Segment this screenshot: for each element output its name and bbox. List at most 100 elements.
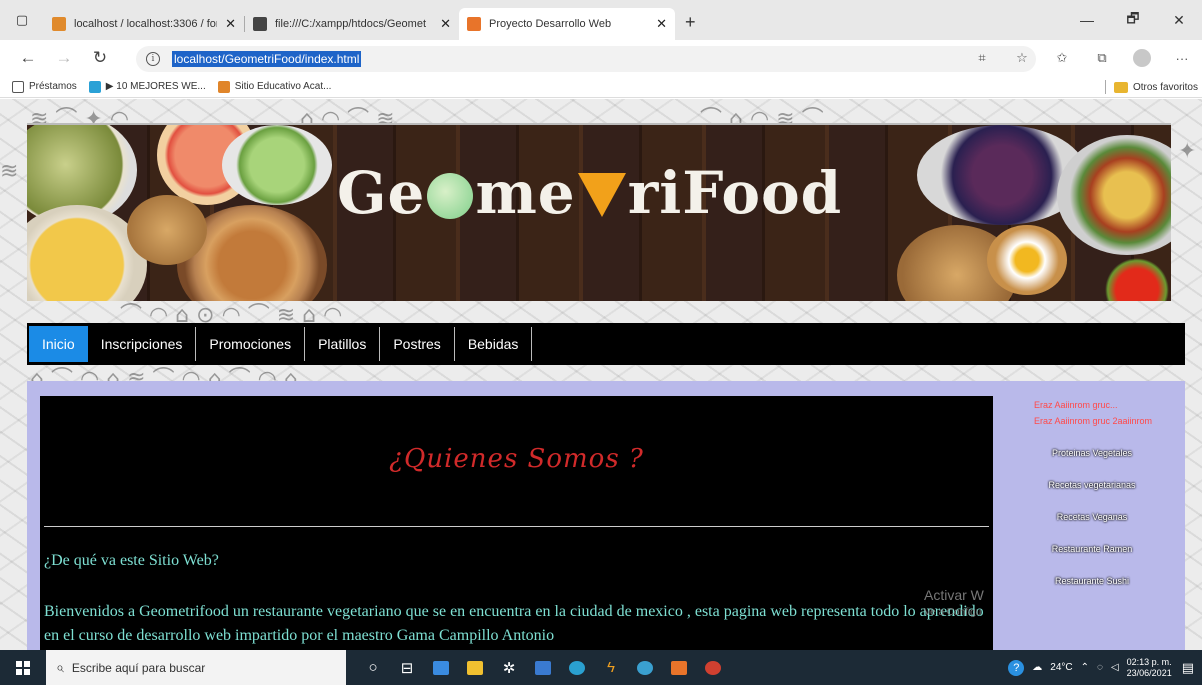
divider: [44, 526, 989, 527]
nav-platillos[interactable]: Platillos: [305, 327, 381, 361]
minimize-button[interactable]: —: [1064, 0, 1110, 40]
browser-tab-bar: ▢ localhost / localhost:3306 / form ✕ fi…: [0, 0, 1202, 40]
back-button[interactable]: ←: [10, 48, 46, 68]
edge-icon[interactable]: [560, 650, 594, 685]
clock[interactable]: 02:13 p. m. 23/06/2021: [1127, 657, 1172, 679]
brand-part: Ge: [337, 159, 426, 227]
favorite-label: Sitio Educativo Acat...: [234, 81, 332, 92]
windows-logo-icon: [16, 660, 30, 675]
file-favicon-icon: [253, 17, 267, 31]
nav-inscripciones[interactable]: Inscripciones: [88, 327, 197, 361]
site-nav: Inicio Inscripciones Promociones Platill…: [27, 323, 1185, 365]
address-bar-actions: ⌗ ☆ ✩ ⧉ ···: [962, 40, 1202, 76]
dropbox-icon[interactable]: ✲: [492, 650, 526, 685]
folder-icon: [1113, 81, 1128, 93]
close-tab-icon[interactable]: ✕: [656, 16, 667, 32]
sidebar-link-proteinas[interactable]: Proteinas Vegetales: [998, 448, 1186, 458]
network-icon[interactable]: ◌: [1097, 662, 1103, 673]
nav-bebidas[interactable]: Bebidas: [455, 327, 533, 361]
forward-button[interactable]: →: [46, 48, 82, 68]
search-placeholder: Escribe aquí para buscar: [71, 660, 206, 675]
nav-postres[interactable]: Postres: [380, 327, 455, 361]
egg-toast: [987, 225, 1067, 295]
sidebar-link-recetas-vegetarianas[interactable]: Recetas vegetarianas: [998, 480, 1186, 490]
content-box: ¿Quienes Somos ? ¿De qué va este Sitio W…: [40, 396, 993, 650]
maximize-button[interactable]: 🗗: [1110, 0, 1156, 40]
weather-icon[interactable]: ☁: [1032, 662, 1042, 673]
menu-icon[interactable]: ···: [1162, 51, 1202, 66]
volume-icon[interactable]: ◁: [1111, 662, 1119, 673]
doodle-icon: ≋: [0, 159, 19, 184]
other-favorites[interactable]: Otros favoritos: [1104, 76, 1198, 98]
system-tray: ? ☁ 24°C ⌃ ◌ ◁ 02:13 p. m. 23/06/2021 ▤: [1008, 650, 1202, 685]
tray-chevron-icon[interactable]: ⌃: [1081, 662, 1089, 673]
nav-inicio[interactable]: Inicio: [29, 326, 88, 362]
tab-title: file:///C:/xampp/htdocs/Geomet: [275, 18, 427, 30]
bookmark-icon: [217, 80, 230, 93]
bookmark-icon: [88, 80, 101, 93]
notifications-icon[interactable]: ▤: [1182, 660, 1194, 676]
divider: [1104, 80, 1106, 94]
profile-avatar[interactable]: [1122, 49, 1162, 67]
help-icon[interactable]: ?: [1008, 659, 1025, 676]
app-icon[interactable]: ϟ: [594, 650, 628, 685]
url-text[interactable]: localhost/GeometriFood/index.html: [172, 51, 362, 67]
sidebar-link-ramen[interactable]: Restaurante Ramen: [998, 544, 1186, 554]
site-logo-title: Ge me riFood: [337, 159, 842, 227]
time: 02:13 p. m.: [1126, 656, 1172, 667]
sidebar-link-sushi[interactable]: Restaurante Sushi: [998, 576, 1186, 586]
activation-watermark-sub: Ve a Configu: [924, 607, 982, 618]
sidebar-notice: Eraz Aaiinrom gruc 2aaiinrom: [1034, 416, 1153, 426]
close-window-button[interactable]: ✕: [1156, 0, 1202, 40]
url-field[interactable]: i localhost/GeometriFood/index.html: [136, 46, 1036, 72]
favorite-star-icon[interactable]: ☆: [1002, 50, 1042, 66]
t-triangle-icon: [577, 173, 626, 217]
section-subheading: ¿De qué va este Sitio Web?: [44, 552, 219, 569]
reload-button[interactable]: ↻: [82, 48, 118, 68]
windows-taskbar: ⌕ Escribe aquí para buscar ○ ⊟ ✲ ϟ ? ☁ 2…: [0, 650, 1202, 685]
favorite-mejores[interactable]: ▶ 10 MEJORES WE...: [88, 80, 206, 93]
tab-proyecto[interactable]: Proyecto Desarrollo Web ✕: [459, 8, 675, 40]
app-icon[interactable]: [628, 650, 662, 685]
nav-promociones[interactable]: Promociones: [196, 327, 306, 361]
site-banner: Ge me riFood: [27, 123, 1171, 301]
tab-actions-icon[interactable]: ▢: [0, 0, 44, 40]
close-tab-icon[interactable]: ✕: [225, 16, 236, 32]
cortana-icon[interactable]: ○: [356, 650, 390, 685]
tab-file[interactable]: file:///C:/xampp/htdocs/Geomet ✕: [245, 8, 459, 40]
chrome-icon[interactable]: [696, 650, 730, 685]
doodle-icon: ✦: [1178, 139, 1197, 164]
xampp-icon[interactable]: [662, 650, 696, 685]
tab-title: localhost / localhost:3306 / form: [74, 18, 218, 30]
favorites-list-icon[interactable]: ✩: [1042, 50, 1082, 66]
date: 23/06/2021: [1126, 667, 1172, 678]
info-icon[interactable]: i: [146, 52, 160, 66]
brand-part: me: [475, 159, 576, 227]
read-aloud-icon[interactable]: ⌗: [962, 50, 1002, 66]
file-explorer-icon[interactable]: [458, 650, 492, 685]
new-tab-button[interactable]: +: [685, 12, 696, 33]
weather-temp[interactable]: 24°C: [1050, 662, 1072, 673]
other-favorites-label: Otros favoritos: [1132, 81, 1198, 93]
favorite-label: Préstamos: [29, 81, 77, 92]
close-tab-icon[interactable]: ✕: [440, 16, 451, 32]
intro-paragraph: Bienvenidos a Geometrifood un restaurant…: [44, 603, 984, 644]
cucumber-plate: [222, 125, 332, 205]
start-button[interactable]: [0, 650, 46, 685]
store-icon[interactable]: [424, 650, 458, 685]
favorite-prestamos[interactable]: Préstamos: [12, 80, 77, 93]
tomatoes: [1097, 255, 1171, 301]
brand-part: riFood: [627, 159, 843, 227]
page-heading: ¿Quienes Somos ?: [389, 444, 644, 474]
sidebar-link-recetas-veganas[interactable]: Recetas Veganas: [998, 512, 1186, 522]
activation-watermark: Activar W: [924, 587, 984, 603]
sidebar-notice: Eraz Aaiinrom gruc...: [1034, 400, 1118, 410]
sidebar: Eraz Aaiinrom gruc... Eraz Aaiinrom gruc…: [998, 386, 1186, 650]
taskbar-search[interactable]: ⌕ Escribe aquí para buscar: [46, 650, 346, 685]
tab-phpmyadmin[interactable]: localhost / localhost:3306 / form ✕: [44, 8, 244, 40]
task-view-icon[interactable]: ⊟: [390, 650, 424, 685]
collections-icon[interactable]: ⧉: [1082, 50, 1122, 66]
mail-icon[interactable]: [526, 650, 560, 685]
page-icon: [12, 80, 24, 93]
favorite-sitio-educativo[interactable]: Sitio Educativo Acat...: [217, 80, 332, 93]
